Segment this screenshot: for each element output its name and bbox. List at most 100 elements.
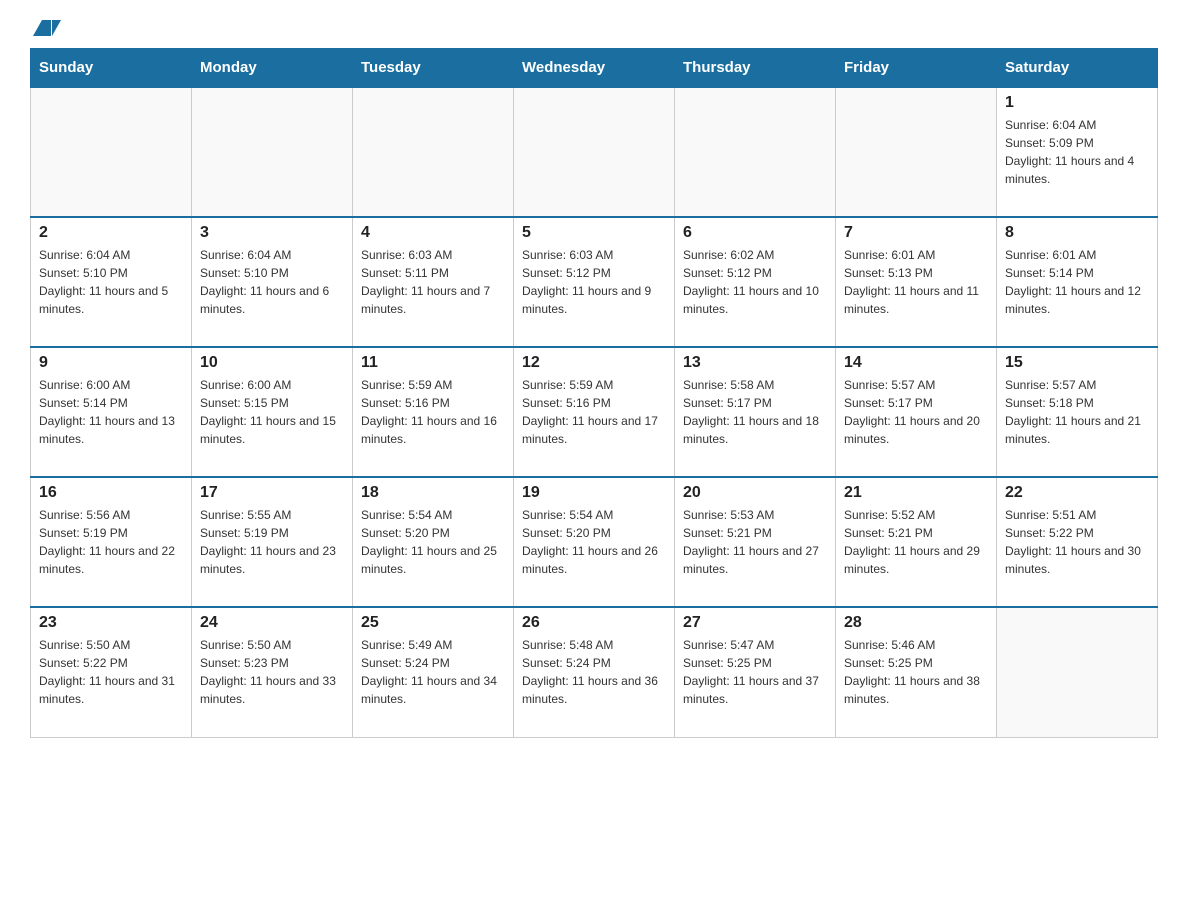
day-info: Sunrise: 5:52 AM Sunset: 5:21 PM Dayligh… xyxy=(844,506,988,578)
calendar-cell: 8 Sunrise: 6:01 AM Sunset: 5:14 PM Daylig… xyxy=(997,217,1158,347)
day-info: Sunrise: 5:54 AM Sunset: 5:20 PM Dayligh… xyxy=(361,506,505,578)
day-info: Sunrise: 6:04 AM Sunset: 5:10 PM Dayligh… xyxy=(200,246,344,318)
calendar-header-row: SundayMondayTuesdayWednesdayThursdayFrid… xyxy=(31,49,1158,88)
calendar-week-1: 1 Sunrise: 6:04 AM Sunset: 5:09 PM Daylig… xyxy=(31,87,1158,217)
day-number: 16 xyxy=(39,484,183,502)
calendar-week-3: 9Sunrise: 6:00 AM Sunset: 5:14 PM Daylig… xyxy=(31,347,1158,477)
day-number: 19 xyxy=(522,484,666,502)
calendar-cell: 4 Sunrise: 6:03 AM Sunset: 5:11 PM Daylig… xyxy=(353,217,514,347)
day-number: 22 xyxy=(1005,484,1149,502)
day-number: 2 xyxy=(39,224,183,242)
day-number: 20 xyxy=(683,484,827,502)
day-info: Sunrise: 6:03 AM Sunset: 5:12 PM Dayligh… xyxy=(522,246,666,318)
calendar-cell xyxy=(997,607,1158,737)
day-number: 21 xyxy=(844,484,988,502)
day-info: Sunrise: 5:48 AM Sunset: 5:24 PM Dayligh… xyxy=(522,636,666,708)
calendar-cell: 20 Sunrise: 5:53 AM Sunset: 5:21 PM Dayli… xyxy=(675,477,836,607)
calendar-cell: 3 Sunrise: 6:04 AM Sunset: 5:10 PM Daylig… xyxy=(192,217,353,347)
logo xyxy=(30,20,70,32)
calendar-cell: 25 Sunrise: 5:49 AM Sunset: 5:24 PM Dayli… xyxy=(353,607,514,737)
day-info: Sunrise: 5:47 AM Sunset: 5:25 PM Dayligh… xyxy=(683,636,827,708)
calendar-cell: 26 Sunrise: 5:48 AM Sunset: 5:24 PM Dayli… xyxy=(514,607,675,737)
calendar-cell xyxy=(514,87,675,217)
day-number: 18 xyxy=(361,484,505,502)
day-number: 15 xyxy=(1005,354,1149,372)
calendar-cell: 1 Sunrise: 6:04 AM Sunset: 5:09 PM Daylig… xyxy=(997,87,1158,217)
day-info: Sunrise: 6:03 AM Sunset: 5:11 PM Dayligh… xyxy=(361,246,505,318)
day-number: 6 xyxy=(683,224,827,242)
day-info: Sunrise: 5:46 AM Sunset: 5:25 PM Dayligh… xyxy=(844,636,988,708)
calendar-cell: 27Sunrise: 5:47 AM Sunset: 5:25 PM Dayli… xyxy=(675,607,836,737)
day-info: Sunrise: 5:59 AM Sunset: 5:16 PM Dayligh… xyxy=(361,376,505,448)
logo-triangle-right xyxy=(52,20,70,36)
day-number: 10 xyxy=(200,354,344,372)
day-number: 1 xyxy=(1005,94,1149,112)
calendar-week-2: 2 Sunrise: 6:04 AM Sunset: 5:10 PM Daylig… xyxy=(31,217,1158,347)
calendar-cell xyxy=(353,87,514,217)
calendar-cell: 11Sunrise: 5:59 AM Sunset: 5:16 PM Dayli… xyxy=(353,347,514,477)
day-number: 5 xyxy=(522,224,666,242)
calendar-cell: 9Sunrise: 6:00 AM Sunset: 5:14 PM Daylig… xyxy=(31,347,192,477)
day-number: 8 xyxy=(1005,224,1149,242)
calendar-header-wednesday: Wednesday xyxy=(514,49,675,88)
calendar-cell xyxy=(31,87,192,217)
day-info: Sunrise: 5:49 AM Sunset: 5:24 PM Dayligh… xyxy=(361,636,505,708)
calendar-cell: 13 Sunrise: 5:58 AM Sunset: 5:17 PM Dayli… xyxy=(675,347,836,477)
calendar-cell: 7 Sunrise: 6:01 AM Sunset: 5:13 PM Daylig… xyxy=(836,217,997,347)
day-info: Sunrise: 5:58 AM Sunset: 5:17 PM Dayligh… xyxy=(683,376,827,448)
day-number: 26 xyxy=(522,614,666,632)
calendar-cell: 23Sunrise: 5:50 AM Sunset: 5:22 PM Dayli… xyxy=(31,607,192,737)
day-number: 14 xyxy=(844,354,988,372)
calendar-header-monday: Monday xyxy=(192,49,353,88)
calendar-cell: 17Sunrise: 5:55 AM Sunset: 5:19 PM Dayli… xyxy=(192,477,353,607)
day-number: 3 xyxy=(200,224,344,242)
day-number: 25 xyxy=(361,614,505,632)
day-number: 23 xyxy=(39,614,183,632)
calendar-week-4: 16 Sunrise: 5:56 AM Sunset: 5:19 PM Dayli… xyxy=(31,477,1158,607)
calendar-header-thursday: Thursday xyxy=(675,49,836,88)
day-number: 28 xyxy=(844,614,988,632)
calendar-cell: 21 Sunrise: 5:52 AM Sunset: 5:21 PM Dayli… xyxy=(836,477,997,607)
calendar-cell: 24 Sunrise: 5:50 AM Sunset: 5:23 PM Dayli… xyxy=(192,607,353,737)
calendar-cell xyxy=(836,87,997,217)
calendar-cell: 16 Sunrise: 5:56 AM Sunset: 5:19 PM Dayli… xyxy=(31,477,192,607)
calendar-cell: 28 Sunrise: 5:46 AM Sunset: 5:25 PM Dayli… xyxy=(836,607,997,737)
calendar-header-tuesday: Tuesday xyxy=(353,49,514,88)
day-info: Sunrise: 5:57 AM Sunset: 5:18 PM Dayligh… xyxy=(1005,376,1149,448)
day-number: 4 xyxy=(361,224,505,242)
calendar-header-sunday: Sunday xyxy=(31,49,192,88)
day-info: Sunrise: 5:59 AM Sunset: 5:16 PM Dayligh… xyxy=(522,376,666,448)
day-info: Sunrise: 6:00 AM Sunset: 5:15 PM Dayligh… xyxy=(200,376,344,448)
calendar-cell: 22Sunrise: 5:51 AM Sunset: 5:22 PM Dayli… xyxy=(997,477,1158,607)
day-info: Sunrise: 6:01 AM Sunset: 5:14 PM Dayligh… xyxy=(1005,246,1149,318)
day-number: 12 xyxy=(522,354,666,372)
day-info: Sunrise: 6:02 AM Sunset: 5:12 PM Dayligh… xyxy=(683,246,827,318)
day-number: 24 xyxy=(200,614,344,632)
day-info: Sunrise: 6:01 AM Sunset: 5:13 PM Dayligh… xyxy=(844,246,988,318)
day-number: 17 xyxy=(200,484,344,502)
calendar-cell: 10 Sunrise: 6:00 AM Sunset: 5:15 PM Dayli… xyxy=(192,347,353,477)
day-number: 7 xyxy=(844,224,988,242)
calendar-cell: 15 Sunrise: 5:57 AM Sunset: 5:18 PM Dayli… xyxy=(997,347,1158,477)
day-number: 13 xyxy=(683,354,827,372)
calendar-table: SundayMondayTuesdayWednesdayThursdayFrid… xyxy=(30,48,1158,738)
day-info: Sunrise: 5:56 AM Sunset: 5:19 PM Dayligh… xyxy=(39,506,183,578)
day-info: Sunrise: 5:53 AM Sunset: 5:21 PM Dayligh… xyxy=(683,506,827,578)
page-header xyxy=(30,20,1158,32)
calendar-week-5: 23Sunrise: 5:50 AM Sunset: 5:22 PM Dayli… xyxy=(31,607,1158,737)
calendar-cell: 2 Sunrise: 6:04 AM Sunset: 5:10 PM Daylig… xyxy=(31,217,192,347)
calendar-cell: 14 Sunrise: 5:57 AM Sunset: 5:17 PM Dayli… xyxy=(836,347,997,477)
day-info: Sunrise: 5:50 AM Sunset: 5:23 PM Dayligh… xyxy=(200,636,344,708)
logo-triangle-left xyxy=(33,20,51,36)
calendar-cell: 5 Sunrise: 6:03 AM Sunset: 5:12 PM Daylig… xyxy=(514,217,675,347)
calendar-cell xyxy=(192,87,353,217)
calendar-header-saturday: Saturday xyxy=(997,49,1158,88)
day-info: Sunrise: 5:57 AM Sunset: 5:17 PM Dayligh… xyxy=(844,376,988,448)
calendar-header-friday: Friday xyxy=(836,49,997,88)
calendar-cell: 18 Sunrise: 5:54 AM Sunset: 5:20 PM Dayli… xyxy=(353,477,514,607)
day-info: Sunrise: 6:04 AM Sunset: 5:09 PM Dayligh… xyxy=(1005,116,1149,188)
calendar-cell xyxy=(675,87,836,217)
logo-general-text xyxy=(30,20,70,36)
day-info: Sunrise: 6:04 AM Sunset: 5:10 PM Dayligh… xyxy=(39,246,183,318)
day-number: 9 xyxy=(39,354,183,372)
